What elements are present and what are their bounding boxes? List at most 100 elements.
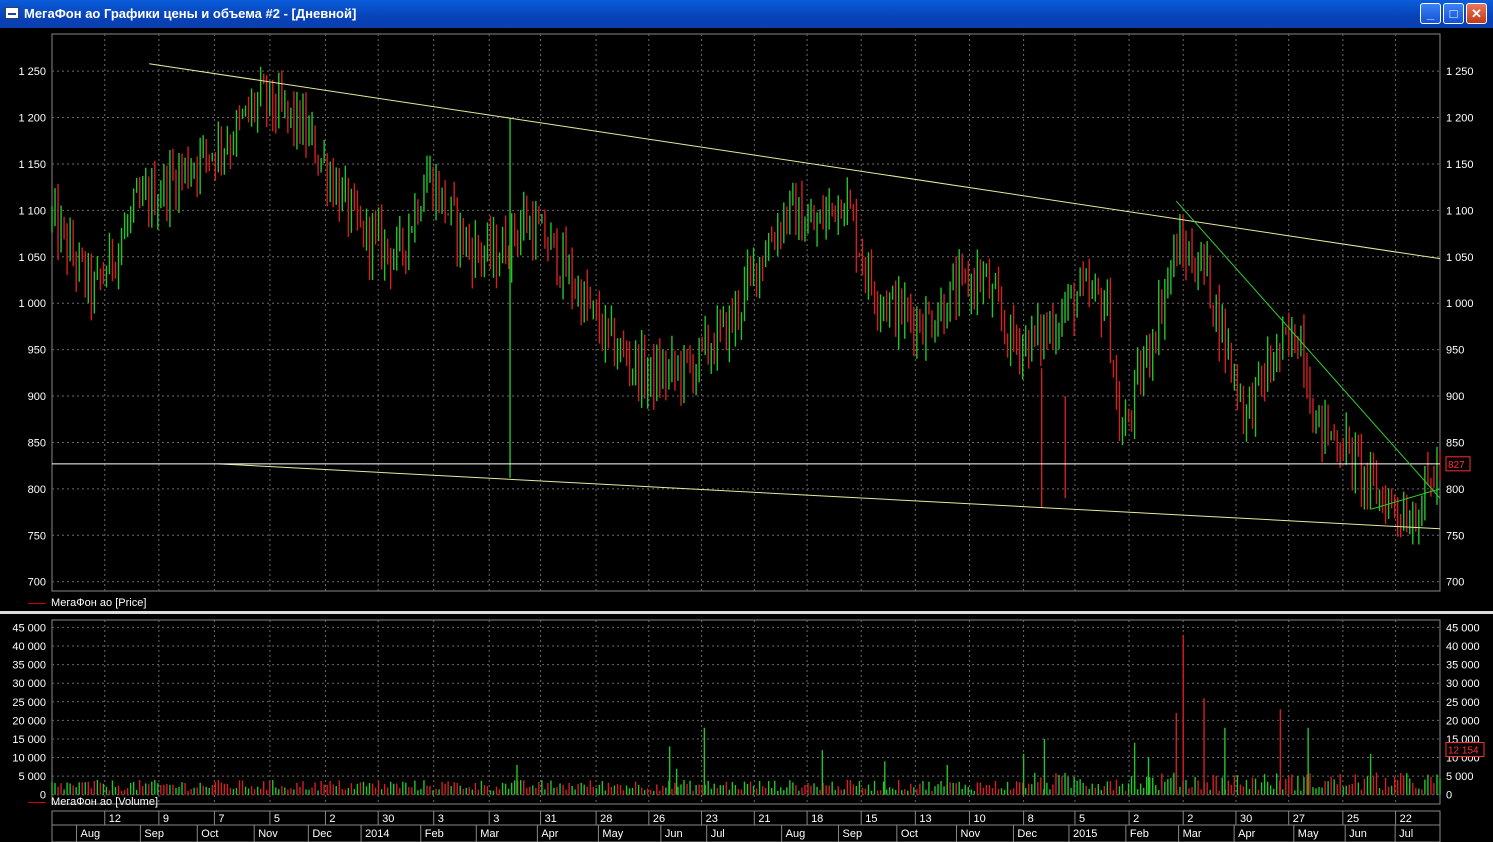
window-titlebar[interactable]: МегаФон ао Графики цены и объема #2 - [Д… (0, 0, 1493, 28)
day-label: 2 (1187, 813, 1193, 825)
month-label: Sep (144, 828, 164, 840)
month-label: 2015 (1073, 828, 1097, 840)
day-label: 31 (545, 813, 557, 825)
month-label: Dec (1017, 828, 1037, 840)
volume-tick-left: 5 000 (18, 771, 46, 783)
month-label: Apr (541, 828, 558, 840)
price-tick-left: 1 100 (18, 205, 46, 217)
month-label: Feb (1130, 828, 1149, 840)
month-label: Sep (843, 828, 863, 840)
price-tick-right: 1 150 (1446, 159, 1474, 171)
volume-tick-left: 25 000 (12, 697, 46, 709)
volume-tick-right: 35 000 (1446, 660, 1480, 672)
price-legend-swatch (28, 602, 46, 604)
day-label: 30 (1240, 813, 1252, 825)
close-button[interactable]: ✕ (1466, 3, 1487, 24)
volume-tick-right: 20 000 (1446, 715, 1480, 727)
price-tick-right: 900 (1446, 391, 1464, 403)
chart-area[interactable]: 700 700 750 750 800 800 850 850 900 900 950 950 1 00… (0, 28, 1493, 842)
price-tick-left: 850 (28, 437, 46, 449)
price-tick-right: 850 (1446, 437, 1464, 449)
trendline (1175, 200, 1441, 499)
time-axis: 12 9 7 5 2 30 3 3 31 28 26 23 21 18 15 13 10 8 5 2 2 30 27 25 22… (51, 810, 1441, 842)
volume-tick-right: 45 000 (1446, 622, 1480, 634)
day-label: 27 (1293, 813, 1305, 825)
price-tick-left: 1 200 (18, 113, 46, 125)
month-label: Mar (1183, 828, 1202, 840)
month-label: May (1298, 828, 1319, 840)
day-label: 12 (109, 813, 121, 825)
price-tick-left: 1 150 (18, 159, 46, 171)
day-label: 15 (865, 813, 877, 825)
month-label: Nov (258, 828, 278, 840)
day-label: 13 (919, 813, 931, 825)
day-label: 3 (493, 813, 499, 825)
day-label: 23 (706, 813, 718, 825)
volume-tick-left: 20 000 (12, 715, 46, 727)
day-label: 21 (758, 813, 770, 825)
price-tick-left: 1 000 (18, 298, 46, 310)
day-label: 26 (653, 813, 665, 825)
day-label: 30 (382, 813, 394, 825)
day-label: 9 (163, 813, 169, 825)
volume-tick-right: 40 000 (1446, 641, 1480, 653)
month-label: May (602, 828, 623, 840)
month-label: Mar (480, 828, 499, 840)
price-tick-left: 1 250 (18, 66, 46, 78)
price-tick-left: 800 (28, 484, 46, 496)
day-label: 10 (973, 813, 985, 825)
price-tick-right: 1 050 (1446, 252, 1474, 264)
price-tick-right: 1 200 (1446, 113, 1474, 125)
volume-tick-right: 0 (1446, 790, 1452, 802)
month-label: Oct (901, 828, 918, 840)
price-panel: 700 700 750 750 800 800 850 850 900 900 950 950 1 00… (18, 33, 1474, 592)
month-label: Jul (1399, 828, 1413, 840)
month-label: Oct (201, 828, 218, 840)
price-tick-left: 900 (28, 391, 46, 403)
price-plot-frame (51, 33, 1441, 592)
volume-tick-left: 45 000 (12, 622, 46, 634)
month-label: Aug (786, 828, 806, 840)
month-label: Jun (1349, 828, 1367, 840)
price-tick-right: 750 (1446, 530, 1464, 542)
month-label: 2014 (365, 828, 389, 840)
volume-tick-left: 35 000 (12, 660, 46, 672)
volume-tick-left: 15 000 (12, 734, 46, 746)
minimize-button[interactable]: _ (1420, 3, 1441, 24)
month-label: Dec (312, 828, 332, 840)
price-legend-label: МегаФон ао [Price] (51, 597, 147, 609)
trendline (1370, 488, 1441, 510)
day-label: 5 (1079, 813, 1085, 825)
day-label: 2 (1133, 813, 1139, 825)
month-label: Feb (425, 828, 444, 840)
app-chart-icon (5, 7, 19, 19)
price-tick-right: 800 (1446, 484, 1464, 496)
window-title: МегаФон ао Графики цены и объема #2 - [Д… (24, 6, 357, 21)
price-tick-right: 700 (1446, 577, 1464, 589)
day-label: 2 (329, 813, 335, 825)
day-label: 8 (1028, 813, 1034, 825)
price-legend: МегаФон ао [Price] (28, 597, 146, 609)
volume-tick-left: 40 000 (12, 641, 46, 653)
volume-legend: МегаФон ао [Volume] (28, 796, 158, 808)
price-volume-chart[interactable]: 700 700750 750800 800850 850900 900950 9501 00… (0, 28, 1493, 842)
trendline (218, 463, 1441, 530)
price-tick-right: 1 000 (1446, 298, 1474, 310)
price-tick-right: 1 250 (1446, 66, 1474, 78)
price-tick-left: 950 (28, 345, 46, 357)
day-label: 3 (438, 813, 444, 825)
panel-splitter[interactable] (0, 611, 1493, 614)
volume-tick-right: 5 000 (1446, 771, 1474, 783)
month-label: Jul (711, 828, 725, 840)
day-label: 28 (600, 813, 612, 825)
month-label: Jun (665, 828, 683, 840)
day-label: 22 (1400, 813, 1412, 825)
month-label: Aug (81, 828, 101, 840)
volume-legend-label: МегаФон ао [Volume] (51, 796, 158, 808)
day-label: 18 (811, 813, 823, 825)
maximize-button[interactable]: □ (1443, 3, 1464, 24)
volume-tick-right: 30 000 (1446, 678, 1480, 690)
price-tick-left: 700 (28, 577, 46, 589)
month-label: Apr (1238, 828, 1255, 840)
volume-plot-frame (51, 619, 1441, 805)
